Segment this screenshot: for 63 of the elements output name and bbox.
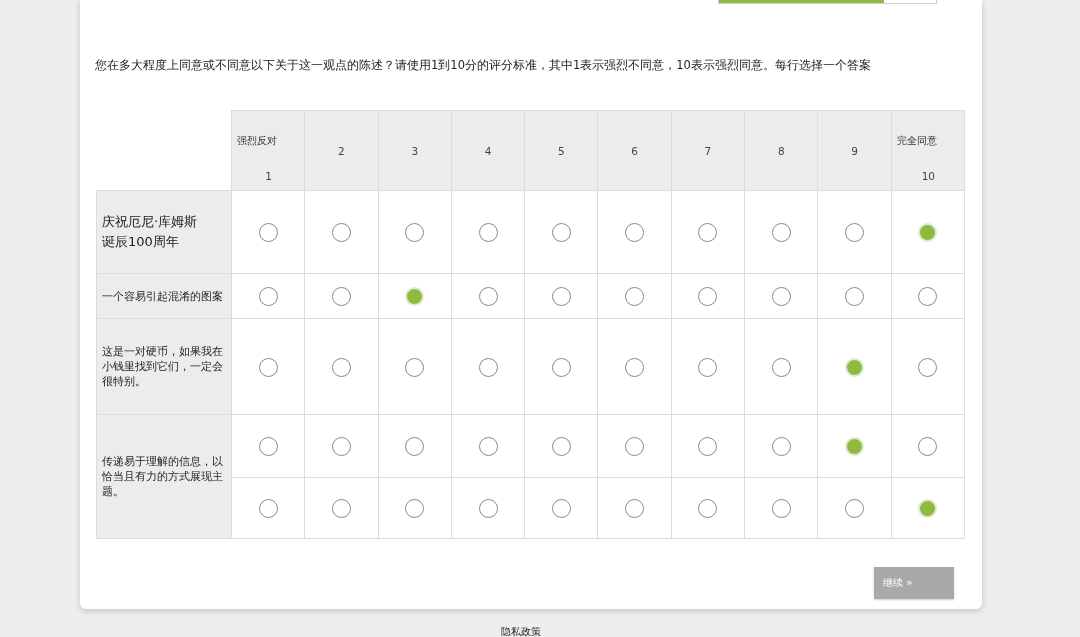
radio-button[interactable]: [625, 357, 645, 377]
radio-button[interactable]: [331, 287, 351, 306]
radio-button[interactable]: [258, 287, 278, 306]
radio-button[interactable]: [258, 499, 278, 518]
radio-button[interactable]: [478, 287, 498, 306]
radio-button[interactable]: [698, 357, 718, 377]
radio-button[interactable]: [331, 223, 351, 242]
radio-button[interactable]: [478, 357, 498, 377]
scale-value: 7: [704, 143, 712, 158]
scale-value: 6: [631, 143, 638, 158]
scale-value: 3: [411, 143, 419, 158]
radio-button[interactable]: [478, 437, 498, 456]
scale-value: 8: [777, 143, 785, 158]
question-text: 您在多大程度上同意或不同意以下关于这一观点的陈述？请使用1到10分的评分标准，其中1表示强烈不同意，10表示强烈同意。每行选择一个答案: [95, 57, 872, 74]
radio-button[interactable]: [478, 223, 498, 242]
radio-button[interactable]: [698, 287, 718, 306]
radio-button[interactable]: [405, 437, 425, 456]
radio-button[interactable]: [771, 357, 791, 377]
radio-button[interactable]: [698, 223, 718, 242]
radio-button[interactable]: [258, 357, 278, 377]
radio-button[interactable]: [771, 223, 791, 242]
radio-button[interactable]: [551, 357, 571, 377]
scale-value: 10: [920, 168, 936, 183]
radio-button[interactable]: [845, 287, 864, 306]
radio-button[interactable]: [771, 287, 791, 306]
radio-button[interactable]: [405, 499, 425, 518]
radio-button[interactable]: [845, 499, 864, 518]
radio-button[interactable]: [625, 223, 645, 242]
radio-button[interactable]: [625, 437, 645, 456]
radio-button[interactable]: [551, 499, 571, 518]
radio-button[interactable]: [918, 287, 938, 306]
scale-label: 强烈反对: [237, 133, 278, 147]
radio-button[interactable]: [771, 437, 791, 456]
radio-button[interactable]: [698, 437, 718, 456]
radio-button[interactable]: [551, 287, 571, 306]
scale-label: 完全同意: [896, 133, 938, 147]
radio-button[interactable]: [331, 357, 351, 377]
privacy-link[interactable]: 隐私政策: [501, 625, 541, 637]
radio-button[interactable]: [258, 223, 278, 242]
radio-button[interactable]: [698, 499, 718, 518]
radio-button[interactable]: [331, 499, 351, 518]
radio-button[interactable]: [845, 223, 864, 242]
radio-button[interactable]: [625, 287, 645, 306]
radio-button[interactable]: [405, 223, 425, 242]
statement-label: 这是一对硬币，如果我在小钱里找到它们，一定会很特别。: [96, 318, 232, 415]
scale-value: 9: [851, 143, 858, 158]
radio-button[interactable]: [258, 437, 278, 456]
radio-button[interactable]: [331, 437, 351, 456]
statement-label: 一个容易引起混淆的图案: [96, 273, 232, 319]
scale-value: 1: [264, 168, 273, 183]
radio-button[interactable]: [551, 223, 571, 242]
radio-button[interactable]: [478, 499, 498, 518]
radio-button[interactable]: [918, 437, 938, 456]
scale-value: 4: [484, 143, 492, 158]
radio-button[interactable]: [918, 357, 938, 377]
scale-value: 2: [338, 143, 345, 158]
radio-button[interactable]: [771, 499, 791, 518]
statement-label: 庆祝厄尼·库姆斯诞辰100周年: [96, 190, 232, 274]
scale-value: 5: [558, 143, 565, 158]
radio-button[interactable]: [625, 499, 645, 518]
radio-button[interactable]: [551, 437, 571, 456]
radio-button[interactable]: [405, 357, 425, 377]
statement-label: 传递易于理解的信息，以恰当且有力的方式展现主题。: [96, 414, 232, 539]
